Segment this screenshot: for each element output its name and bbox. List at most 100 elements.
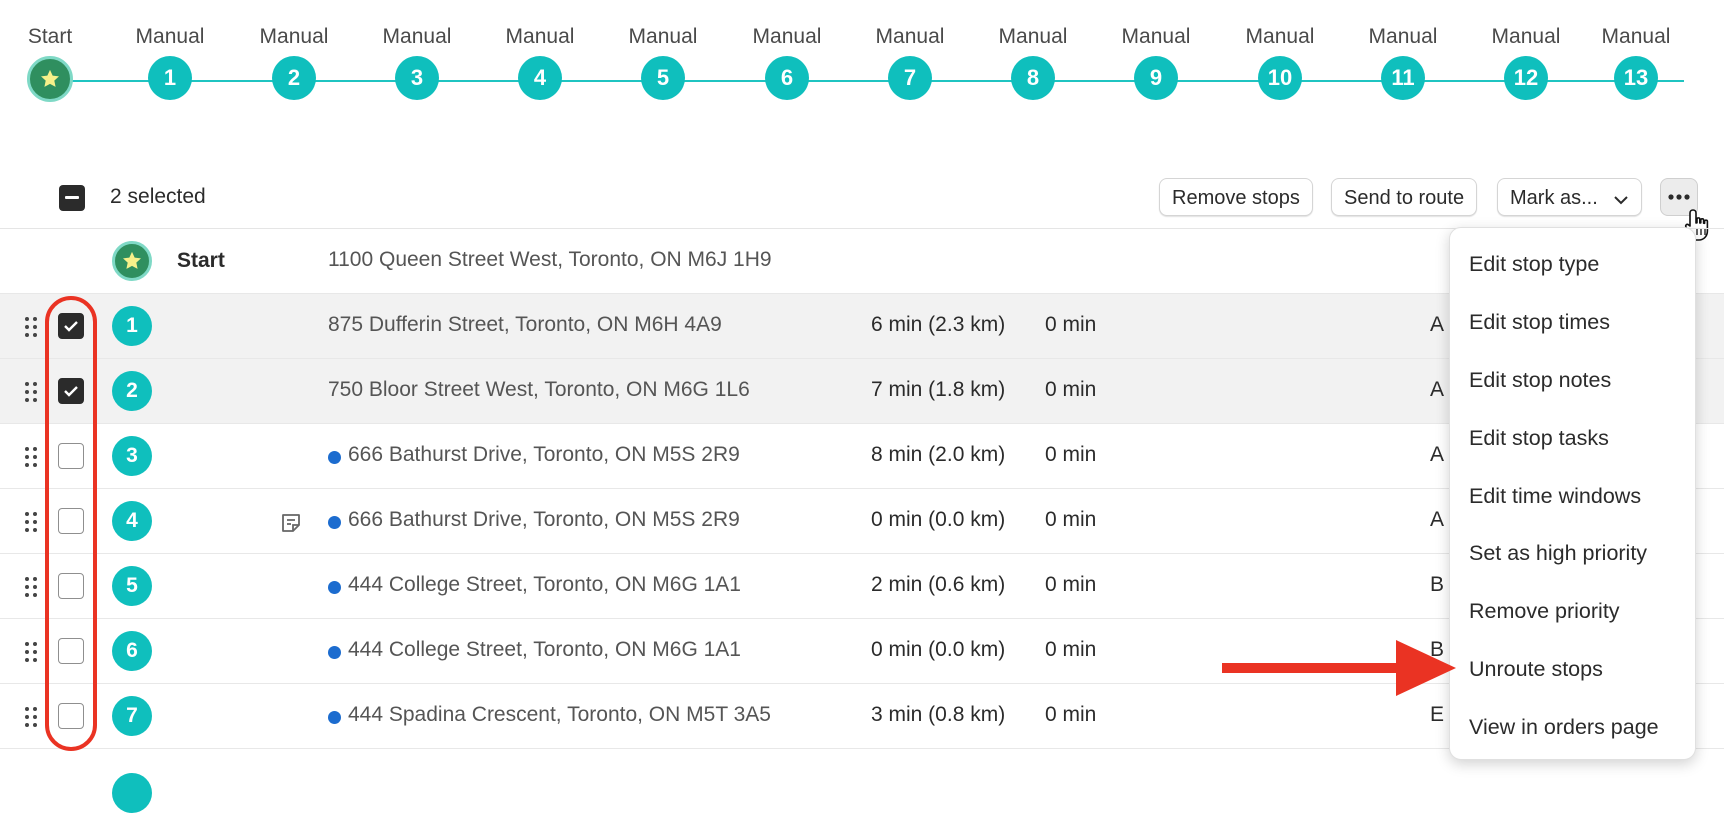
timeline-node[interactable]: Manual 3	[357, 18, 477, 100]
timeline-label: Manual	[505, 25, 575, 48]
remove-stops-label: Remove stops	[1172, 187, 1300, 209]
stop-number: 5	[112, 566, 152, 606]
timeline-node[interactable]: Manual 6	[727, 18, 847, 100]
stop-address: 666 Bathurst Drive, Toronto, ON M5S 2R9	[348, 508, 740, 531]
note-icon[interactable]	[279, 511, 303, 540]
menu-item-edit-stop-type[interactable]: Edit stop type	[1469, 252, 1599, 277]
timeline-node[interactable]: Manual 4	[480, 18, 600, 100]
status-dot	[328, 516, 341, 529]
timeline-node-start[interactable]: Start	[0, 18, 110, 102]
menu-item-set-high-priority[interactable]: Set as high priority	[1469, 541, 1647, 566]
menu-item-view-in-orders-page[interactable]: View in orders page	[1469, 715, 1659, 740]
annotation-arrow	[1222, 638, 1456, 703]
menu-item-edit-time-windows[interactable]: Edit time windows	[1469, 484, 1641, 509]
truncated-cell: A	[1430, 378, 1445, 401]
wait-time: 0 min	[1045, 638, 1097, 661]
stop-name: Start	[177, 249, 225, 272]
send-to-route-label: Send to route	[1344, 187, 1465, 209]
remove-stops-button[interactable]: Remove stops	[1159, 178, 1313, 216]
travel-time: 0 min (0.0 km)	[871, 638, 1006, 661]
travel-time: 0 min (0.0 km)	[871, 508, 1006, 531]
timeline-label: Manual	[382, 25, 452, 48]
timeline-label: Manual	[628, 25, 698, 48]
drag-handle-icon[interactable]	[24, 706, 38, 728]
drag-handle-icon[interactable]	[24, 381, 38, 403]
menu-item-unroute-stops[interactable]: Unroute stops	[1469, 657, 1603, 682]
timeline-node[interactable]: Manual 7	[850, 18, 970, 100]
timeline-label: Manual	[875, 25, 945, 48]
drag-handle-icon[interactable]	[24, 511, 38, 533]
wait-time: 0 min	[1045, 313, 1097, 336]
wait-time: 0 min	[1045, 508, 1097, 531]
truncated-cell: B	[1430, 573, 1445, 596]
wait-time: 0 min	[1045, 378, 1097, 401]
travel-time: 7 min (1.8 km)	[871, 378, 1006, 401]
bulk-action-toolbar: 2 selected Remove stops Send to route Ma…	[0, 170, 1724, 241]
timeline-number: 11	[1381, 56, 1425, 100]
menu-item-remove-priority[interactable]: Remove priority	[1469, 599, 1620, 624]
timeline-node[interactable]: Manual 9	[1096, 18, 1216, 100]
status-dot	[328, 711, 341, 724]
timeline-label: Manual	[1601, 25, 1671, 48]
timeline-label: Start	[27, 25, 73, 48]
mark-as-label: Mark as...	[1510, 187, 1598, 209]
timeline-number: 12	[1504, 56, 1548, 100]
timeline-number: 10	[1258, 56, 1302, 100]
truncated-cell: E	[1430, 703, 1445, 726]
timeline-number: 7	[888, 56, 932, 100]
timeline-label: Manual	[1491, 25, 1561, 48]
stop-address: 444 Spadina Crescent, Toronto, ON M5T 3A…	[348, 703, 771, 726]
wait-time: 0 min	[1045, 443, 1097, 466]
timeline-number: 4	[518, 56, 562, 100]
menu-item-edit-stop-tasks[interactable]: Edit stop tasks	[1469, 426, 1609, 451]
star-icon	[27, 56, 73, 102]
timeline-label: Manual	[1368, 25, 1438, 48]
timeline-number: 5	[641, 56, 685, 100]
timeline-node[interactable]: Manual 8	[973, 18, 1093, 100]
stop-address: 875 Dufferin Street, Toronto, ON M6H 4A9	[328, 313, 722, 336]
travel-time: 8 min (2.0 km)	[871, 443, 1006, 466]
drag-handle-icon[interactable]	[24, 641, 38, 663]
timeline-node[interactable]: Manual 13	[1576, 18, 1696, 100]
timeline-node[interactable]: Manual 2	[234, 18, 354, 100]
truncated-cell: A	[1430, 443, 1445, 466]
timeline-label: Manual	[259, 25, 329, 48]
star-icon	[112, 241, 152, 281]
truncated-cell: A	[1430, 313, 1445, 336]
timeline-number: 6	[765, 56, 809, 100]
drag-handle-icon[interactable]	[24, 316, 38, 338]
timeline-number: 3	[395, 56, 439, 100]
wait-time: 0 min	[1045, 573, 1097, 596]
stop-number: 7	[112, 696, 152, 736]
route-timeline: Start Manual 1 Manual 2 Manual 3 Manual …	[0, 0, 1724, 130]
menu-item-edit-stop-times[interactable]: Edit stop times	[1469, 310, 1610, 335]
stop-number: 3	[112, 436, 152, 476]
select-all-checkbox[interactable]	[59, 185, 85, 211]
status-dot	[328, 451, 341, 464]
travel-time: 2 min (0.6 km)	[871, 573, 1006, 596]
annotation-outline	[45, 296, 97, 751]
drag-handle-icon[interactable]	[24, 446, 38, 468]
stop-address: 750 Bloor Street West, Toronto, ON M6G 1…	[328, 378, 750, 401]
timeline-node[interactable]: Manual 5	[603, 18, 723, 100]
mark-as-dropdown[interactable]: Mark as...	[1497, 178, 1643, 216]
send-to-route-button[interactable]: Send to route	[1331, 178, 1478, 216]
timeline-label: Manual	[1121, 25, 1191, 48]
timeline-node[interactable]: Manual 10	[1220, 18, 1340, 100]
timeline-node[interactable]: Manual 1	[110, 18, 230, 100]
menu-item-edit-stop-notes[interactable]: Edit stop notes	[1469, 368, 1611, 393]
timeline-label: Manual	[135, 25, 205, 48]
timeline-number: 2	[272, 56, 316, 100]
travel-time: 3 min (0.8 km)	[871, 703, 1006, 726]
timeline-node[interactable]: Manual 12	[1466, 18, 1586, 100]
wait-time: 0 min	[1045, 703, 1097, 726]
more-actions-menu: Edit stop type Edit stop times Edit stop…	[1449, 227, 1696, 760]
travel-time: 6 min (2.3 km)	[871, 313, 1006, 336]
status-dot	[328, 646, 341, 659]
drag-handle-icon[interactable]	[24, 576, 38, 598]
timeline-number: 9	[1134, 56, 1178, 100]
stop-number: 2	[112, 371, 152, 411]
selected-count: 2 selected	[110, 185, 206, 208]
timeline-node[interactable]: Manual 11	[1343, 18, 1463, 100]
stop-address: 1100 Queen Street West, Toronto, ON M6J …	[328, 248, 772, 271]
